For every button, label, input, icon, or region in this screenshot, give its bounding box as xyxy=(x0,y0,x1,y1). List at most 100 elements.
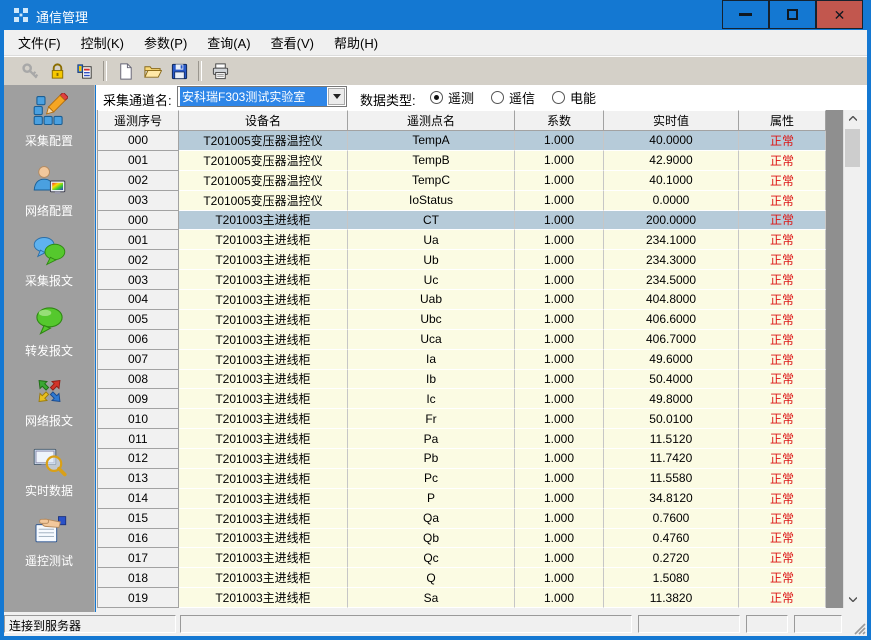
key-button[interactable] xyxy=(17,59,44,84)
lock-button[interactable] xyxy=(44,59,71,84)
cell-point: Qa xyxy=(348,509,515,529)
minimize-button[interactable] xyxy=(722,0,769,29)
scroll-up-button[interactable] xyxy=(844,110,861,127)
scroll-down-button[interactable] xyxy=(844,591,861,608)
chevron-down-icon xyxy=(333,94,341,99)
app-icon xyxy=(13,7,29,23)
sidebar-item-collect-message[interactable]: 采集报文 xyxy=(4,232,94,302)
minimize-icon xyxy=(739,13,752,16)
new-file-button[interactable] xyxy=(112,59,139,84)
radio-label: 遥信 xyxy=(509,88,535,107)
cell-point: Ub xyxy=(348,250,515,270)
sidebar-item-network-message[interactable]: 网络报文 xyxy=(4,372,94,442)
resize-grip[interactable] xyxy=(852,621,866,635)
vertical-scrollbar[interactable] xyxy=(843,110,861,608)
table-row[interactable]: 019T201003主进线柜Sa1.00011.3820正常 xyxy=(98,588,826,608)
remote-test-icon xyxy=(29,512,69,550)
save-button[interactable] xyxy=(166,59,193,84)
sidebar-item-forward-message[interactable]: 转发报文 xyxy=(4,302,94,372)
new-file-icon xyxy=(116,62,135,81)
combo-dropdown-button[interactable] xyxy=(328,88,345,105)
cell-point: Ia xyxy=(348,350,515,370)
table-row[interactable]: 006T201003主进线柜Uca1.000406.7000正常 xyxy=(98,330,826,350)
table-row[interactable]: 003T201005变压器温控仪IoStatus1.0000.0000正常 xyxy=(98,191,826,211)
tag-icon xyxy=(75,62,94,81)
table-row[interactable]: 015T201003主进线柜Qa1.0000.7600正常 xyxy=(98,509,826,529)
table-row[interactable]: 008T201003主进线柜Ib1.00050.4000正常 xyxy=(98,370,826,390)
cell-coef: 1.000 xyxy=(515,211,604,231)
cell-seq: 007 xyxy=(98,350,179,370)
cell-coef: 1.000 xyxy=(515,250,604,270)
menu-item-params[interactable]: 参数(P) xyxy=(134,30,197,55)
channel-combobox[interactable]: 安科瑞F303测试实验室 xyxy=(177,86,347,107)
radio-signal[interactable]: 遥信 xyxy=(491,88,535,107)
column-header-5: 属性 xyxy=(739,110,826,131)
menu-item-control[interactable]: 控制(K) xyxy=(71,30,134,55)
table-row[interactable]: 001T201003主进线柜Ua1.000234.1000正常 xyxy=(98,230,826,250)
maximize-icon xyxy=(787,9,798,20)
scrollbar-thumb[interactable] xyxy=(845,129,860,167)
table-row[interactable]: 013T201003主进线柜Pc1.00011.5580正常 xyxy=(98,469,826,489)
cell-attr: 正常 xyxy=(739,270,826,290)
cell-value: 11.5580 xyxy=(604,469,739,489)
cell-value: 11.5120 xyxy=(604,429,739,449)
cell-attr: 正常 xyxy=(739,449,826,469)
cell-attr: 正常 xyxy=(739,290,826,310)
chevron-down-icon xyxy=(849,597,857,602)
tag-button[interactable] xyxy=(71,59,98,84)
key-icon xyxy=(21,62,40,81)
cell-coef: 1.000 xyxy=(515,429,604,449)
cell-point: P xyxy=(348,489,515,509)
maximize-button[interactable] xyxy=(769,0,816,29)
sidebar-item-realtime-data[interactable]: 实时数据 xyxy=(4,442,94,512)
status-bar: 连接到服务器 xyxy=(4,612,867,636)
table-row[interactable]: 002T201005变压器温控仪TempC1.00040.1000正常 xyxy=(98,171,826,191)
title-bar[interactable]: 通信管理 ✕ xyxy=(0,0,871,30)
menu-item-view[interactable]: 查看(V) xyxy=(261,30,324,55)
close-button[interactable]: ✕ xyxy=(816,0,863,29)
table-row[interactable]: 005T201003主进线柜Ubc1.000406.6000正常 xyxy=(98,310,826,330)
table-row[interactable]: 001T201005变压器温控仪TempB1.00042.9000正常 xyxy=(98,151,826,171)
radio-energy[interactable]: 电能 xyxy=(552,88,596,107)
sidebar-item-collect-config[interactable]: 采集配置 xyxy=(4,92,94,162)
menu-item-help[interactable]: 帮助(H) xyxy=(324,30,388,55)
cell-point: Pa xyxy=(348,429,515,449)
table-row[interactable]: 016T201003主进线柜Qb1.0000.4760正常 xyxy=(98,529,826,549)
cell-device: T201005变压器温控仪 xyxy=(179,151,348,171)
cell-device: T201003主进线柜 xyxy=(179,250,348,270)
cell-attr: 正常 xyxy=(739,211,826,231)
sidebar-item-network-config[interactable]: 网络配置 xyxy=(4,162,94,232)
cell-device: T201003主进线柜 xyxy=(179,350,348,370)
sidebar-item-label: 网络报文 xyxy=(25,412,73,429)
network-config-icon xyxy=(29,162,69,200)
radio-telemetry[interactable]: 遥测 xyxy=(430,88,474,107)
table-row[interactable]: 000T201003主进线柜CT1.000200.0000正常 xyxy=(98,211,826,231)
cell-seq: 009 xyxy=(98,389,179,409)
lock-icon xyxy=(48,62,67,81)
network-message-icon xyxy=(29,372,69,410)
table-row[interactable]: 017T201003主进线柜Qc1.0000.2720正常 xyxy=(98,548,826,568)
cell-device: T201005变压器温控仪 xyxy=(179,171,348,191)
table-row[interactable]: 009T201003主进线柜Ic1.00049.8000正常 xyxy=(98,389,826,409)
cell-coef: 1.000 xyxy=(515,191,604,211)
table-row[interactable]: 003T201003主进线柜Uc1.000234.5000正常 xyxy=(98,270,826,290)
table-row[interactable]: 012T201003主进线柜Pb1.00011.7420正常 xyxy=(98,449,826,469)
table-row[interactable]: 004T201003主进线柜Uab1.000404.8000正常 xyxy=(98,290,826,310)
cell-point: TempB xyxy=(348,151,515,171)
table-row[interactable]: 014T201003主进线柜P1.00034.8120正常 xyxy=(98,489,826,509)
menu-item-query[interactable]: 查询(A) xyxy=(197,30,260,55)
print-button[interactable] xyxy=(207,59,234,84)
table-row[interactable]: 011T201003主进线柜Pa1.00011.5120正常 xyxy=(98,429,826,449)
toolbar-separator xyxy=(103,61,107,81)
table-row[interactable]: 010T201003主进线柜Fr1.00050.0100正常 xyxy=(98,409,826,429)
sidebar-item-remote-test[interactable]: 遥控测试 xyxy=(4,512,94,582)
menu-item-file[interactable]: 文件(F) xyxy=(8,30,71,55)
table-row[interactable]: 007T201003主进线柜Ia1.00049.6000正常 xyxy=(98,350,826,370)
realtime-data-icon xyxy=(29,442,69,480)
table-row[interactable]: 018T201003主进线柜Q1.0001.5080正常 xyxy=(98,568,826,588)
table-row[interactable]: 000T201005变压器温控仪TempA1.00040.0000正常 xyxy=(98,131,826,151)
sidebar-item-label: 实时数据 xyxy=(25,482,73,499)
open-folder-button[interactable] xyxy=(139,59,166,84)
table-row[interactable]: 002T201003主进线柜Ub1.000234.3000正常 xyxy=(98,250,826,270)
cell-seq: 016 xyxy=(98,529,179,549)
